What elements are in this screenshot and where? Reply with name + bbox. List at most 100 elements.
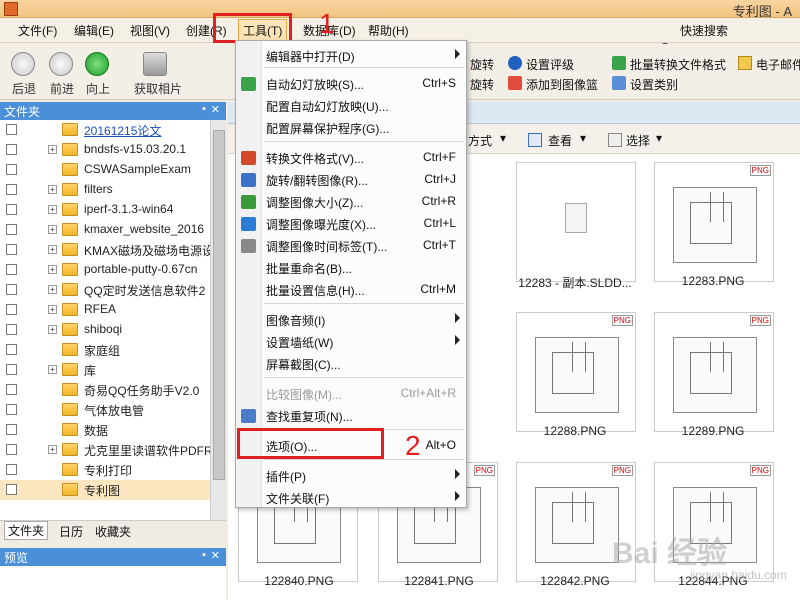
folder-checkbox[interactable] xyxy=(6,324,17,335)
folder-checkbox[interactable] xyxy=(6,284,17,295)
folder-item[interactable]: 数据 xyxy=(0,420,210,440)
sort-button[interactable]: 方式 xyxy=(468,132,492,149)
thumbnail[interactable] xyxy=(516,162,636,282)
folder-item[interactable]: 奇易QQ任务助手V2.0 xyxy=(0,380,210,400)
expand-icon[interactable]: + xyxy=(48,325,57,334)
folder-checkbox[interactable] xyxy=(6,164,17,175)
tools-menu-item[interactable]: 插件(P) xyxy=(236,465,466,487)
tools-menu-item[interactable]: 文件关联(F) xyxy=(236,487,466,509)
forward-button[interactable] xyxy=(46,52,76,76)
thumbnail-label[interactable]: 12283.PNG xyxy=(648,274,778,288)
tools-menu-item[interactable]: 查找重复项(N)... xyxy=(236,405,466,427)
folder-checkbox[interactable] xyxy=(6,144,17,155)
expand-icon[interactable]: + xyxy=(48,285,57,294)
tools-menu-item[interactable]: 设置墙纸(W) xyxy=(236,331,466,353)
thumbnail-label[interactable]: 12289.PNG xyxy=(648,424,778,438)
tab-folders[interactable]: 文件夹 xyxy=(4,521,49,540)
tools-menu-item[interactable]: 调整图像大小(Z)... Ctrl+R xyxy=(236,191,466,213)
tab-calendar[interactable]: 日历 xyxy=(56,523,86,540)
folder-checkbox[interactable] xyxy=(6,304,17,315)
select-dropdown-icon[interactable]: ▾ xyxy=(656,131,662,145)
folder-item[interactable]: + KMAX磁场及磁场电源设 xyxy=(0,240,210,260)
tab-favorites[interactable]: 收藏夹 xyxy=(92,523,134,540)
tools-menu-item[interactable]: 转换文件格式(V)... Ctrl+F xyxy=(236,147,466,169)
pin-icon[interactable]: ▪ xyxy=(202,103,206,115)
tools-menu-item[interactable]: 批量重命名(B)... xyxy=(236,257,466,279)
preview-pin-icon[interactable]: ▪ xyxy=(202,549,206,561)
folder-item[interactable]: + portable-putty-0.67cn xyxy=(0,260,210,280)
folder-item[interactable]: 专利图 xyxy=(0,480,210,500)
folder-item[interactable]: 气体放电管 xyxy=(0,400,210,420)
up-button[interactable] xyxy=(82,52,112,76)
expand-icon[interactable]: + xyxy=(48,365,57,374)
tools-menu-item[interactable]: 编辑器中打开(D) xyxy=(236,45,466,67)
close-icon[interactable]: ✕ xyxy=(211,103,220,116)
folder-checkbox[interactable] xyxy=(6,224,17,235)
expand-icon[interactable]: + xyxy=(48,445,57,454)
tools-menu-item[interactable]: 调整图像曝光度(X)... Ctrl+L xyxy=(236,213,466,235)
thumbnail-label[interactable]: 12288.PNG xyxy=(510,424,640,438)
folder-item[interactable]: + shiboqi xyxy=(0,320,210,340)
folder-checkbox[interactable] xyxy=(6,424,17,435)
thumbnail-label[interactable]: 12283 - 副本.SLDD... xyxy=(510,274,640,291)
menu-edit[interactable]: 编辑(E) xyxy=(74,22,114,39)
batch-convert-button[interactable]: 批量转换文件格式 xyxy=(630,56,726,73)
thumbnail-label[interactable]: 122842.PNG xyxy=(510,574,640,588)
folder-checkbox[interactable] xyxy=(6,404,17,415)
add-to-basket-button[interactable]: 添加到图像篮 xyxy=(526,76,598,93)
menu-file[interactable]: 文件(F) xyxy=(18,22,57,39)
expand-icon[interactable]: + xyxy=(48,205,57,214)
tools-menu-item[interactable]: 调整图像时间标签(T)... Ctrl+T xyxy=(236,235,466,257)
folder-item[interactable]: 专利打印 xyxy=(0,460,210,480)
thumbnail[interactable]: PNG xyxy=(654,162,774,282)
thumbnail[interactable]: PNG xyxy=(654,312,774,432)
back-button[interactable] xyxy=(8,52,38,76)
expand-icon[interactable]: + xyxy=(48,145,57,154)
view-button[interactable]: 查看 xyxy=(548,132,572,149)
set-rating-button[interactable]: 设置评级 xyxy=(526,56,574,73)
folder-item[interactable]: + RFEA xyxy=(0,300,210,320)
folder-item[interactable]: CSWASampleExam xyxy=(0,160,210,180)
folder-item[interactable]: + bndsfs-v15.03.20.1 xyxy=(0,140,210,160)
folder-checkbox[interactable] xyxy=(6,444,17,455)
folder-scroll-thumb[interactable] xyxy=(213,130,225,480)
rotate-label-2[interactable]: 旋转 xyxy=(470,76,494,93)
tools-menu-item[interactable]: 旋转/翻转图像(R)... Ctrl+J xyxy=(236,169,466,191)
tools-menu-item[interactable]: 配置屏幕保护程序(G)... xyxy=(236,117,466,139)
expand-icon[interactable]: + xyxy=(48,185,57,194)
thumbnail-label[interactable]: 122841.PNG xyxy=(374,574,504,588)
folder-item[interactable]: + kmaxer_website_2016 xyxy=(0,220,210,240)
set-category-button[interactable]: 设置类别 xyxy=(630,76,678,93)
folder-checkbox[interactable] xyxy=(6,484,17,495)
sort-dropdown-icon[interactable]: ▾ xyxy=(500,131,506,145)
folder-item[interactable]: + QQ定时发送信息软件2 xyxy=(0,280,210,300)
tools-menu-item[interactable]: 配置自动幻灯放映(U)... xyxy=(236,95,466,117)
tools-menu-item[interactable]: 批量设置信息(H)... Ctrl+M xyxy=(236,279,466,301)
tools-menu-item[interactable]: 自动幻灯放映(S)... Ctrl+S xyxy=(236,73,466,95)
folder-scrollbar[interactable] xyxy=(210,120,226,520)
thumbnail[interactable]: PNG xyxy=(516,312,636,432)
folder-item[interactable]: 20161215论文 xyxy=(0,120,210,140)
folder-item[interactable]: + 库 xyxy=(0,360,210,380)
folder-checkbox[interactable] xyxy=(6,184,17,195)
folder-checkbox[interactable] xyxy=(6,204,17,215)
thumbnail-label[interactable]: 122840.PNG xyxy=(234,574,364,588)
expand-icon[interactable]: + xyxy=(48,225,57,234)
expand-icon[interactable]: + xyxy=(48,245,57,254)
folder-item[interactable]: + filters xyxy=(0,180,210,200)
preview-close-icon[interactable]: ✕ xyxy=(211,549,220,562)
folder-checkbox[interactable] xyxy=(6,264,17,275)
folder-item[interactable]: + iperf-3.1.3-win64 xyxy=(0,200,210,220)
expand-icon[interactable]: + xyxy=(48,265,57,274)
tools-menu-item[interactable]: 图像音频(I) xyxy=(236,309,466,331)
folder-item[interactable]: 家庭组 xyxy=(0,340,210,360)
folder-checkbox[interactable] xyxy=(6,124,17,135)
folder-checkbox[interactable] xyxy=(6,464,17,475)
menu-help[interactable]: 帮助(H) xyxy=(368,22,409,39)
expand-icon[interactable]: + xyxy=(48,305,57,314)
tools-menu-item[interactable]: 屏幕截图(C)... xyxy=(236,353,466,375)
get-photos-button[interactable] xyxy=(140,52,170,76)
quick-search-button[interactable]: 快速搜索 xyxy=(680,22,728,39)
menu-view[interactable]: 视图(V) xyxy=(130,22,170,39)
email-button[interactable]: 电子邮件 xyxy=(756,56,800,73)
